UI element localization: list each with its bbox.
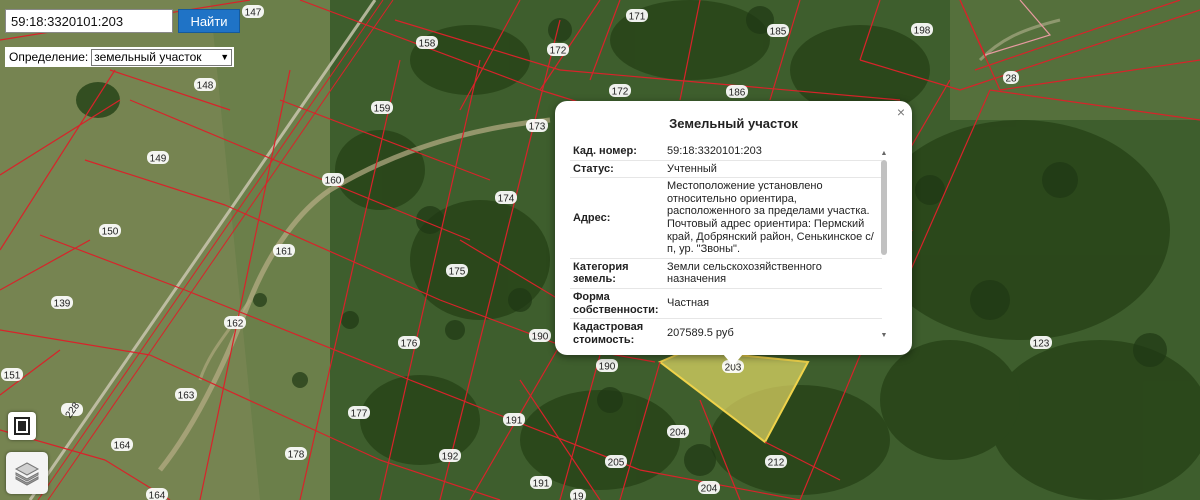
attribute-row: Адрес: Местоположение установлено относит… — [570, 177, 882, 259]
parcel-label[interactable]: 19 — [572, 492, 584, 500]
parcel-label[interactable]: 28 — [1005, 74, 1017, 85]
parcel-label[interactable]: 178 — [288, 450, 305, 461]
attribute-value: 59:18:3320101:203 — [664, 143, 882, 161]
attributes-table: Кад. номер: 59:18:3320101:203 Статус: Учтен… — [570, 143, 882, 343]
parcel-label[interactable]: 190 — [599, 362, 616, 373]
parcel-label[interactable]: 161 — [276, 247, 293, 258]
parcel-label[interactable]: 164 — [149, 491, 166, 500]
parcel-label[interactable]: 175 — [449, 267, 466, 278]
parcel-label[interactable]: 185 — [770, 27, 787, 38]
parcel-label[interactable]: 191 — [506, 416, 523, 427]
popup-pointer — [723, 354, 743, 366]
popup-body: Кад. номер: 59:18:3320101:203 Статус: Учтен… — [570, 143, 886, 343]
attribute-row: Форма собственности: Частная — [570, 288, 882, 320]
parcel-label[interactable]: 190 — [532, 332, 549, 343]
attribute-row: Кадастровая стоимость: 207589.5 руб — [570, 318, 882, 343]
attribute-row: Кад. номер: 59:18:3320101:203 — [570, 143, 882, 161]
definition-selected: земельный участок — [94, 50, 202, 64]
parcel-label[interactable]: 176 — [401, 339, 418, 350]
parcel-label[interactable]: 159 — [374, 104, 391, 115]
definition-row: Определение: земельный участок ▼ — [5, 47, 235, 67]
attribute-key: Категория земель: — [570, 258, 664, 289]
scroll-up-icon[interactable]: ▲ — [880, 150, 888, 158]
scroll-thumb[interactable] — [881, 160, 887, 255]
definition-label: Определение: — [9, 50, 89, 64]
attribute-key: Кад. номер: — [570, 143, 664, 161]
fullscreen-icon — [14, 417, 30, 435]
parcel-label[interactable]: 158 — [419, 39, 436, 50]
chevron-down-icon: ▼ — [220, 52, 230, 62]
search-bar: Найти — [5, 9, 240, 33]
layers-icon — [14, 462, 40, 486]
attribute-row: Категория земель: Земли сельскохозяйствен… — [570, 258, 882, 289]
parcel-label[interactable]: 148 — [197, 81, 214, 92]
search-input[interactable] — [5, 9, 173, 33]
fullscreen-button[interactable] — [8, 412, 36, 440]
parcel-label[interactable]: 139 — [54, 299, 71, 310]
parcel-label[interactable]: 198 — [914, 26, 931, 37]
attribute-value: 207589.5 руб — [664, 318, 882, 343]
popup-scrollbar[interactable]: ▲ ▼ — [880, 150, 888, 340]
parcel-label[interactable]: 192 — [442, 452, 459, 463]
parcel-label[interactable]: 173 — [529, 122, 546, 133]
parcel-label[interactable]: 177 — [351, 409, 368, 420]
parcel-popup: Земельный участок × Кад. номер: 59:18:332… — [555, 101, 912, 355]
attribute-key: Статус: — [570, 160, 664, 179]
parcel-label[interactable]: 164 — [114, 441, 131, 452]
parcel-label[interactable]: 186 — [729, 88, 746, 99]
parcel-label[interactable]: 149 — [150, 154, 167, 165]
attribute-value: Земли сельскохозяйственного назначения — [664, 258, 882, 289]
popup-title: Земельный участок — [669, 116, 798, 131]
parcel-label[interactable]: 171 — [629, 12, 646, 23]
parcel-label[interactable]: 191 — [533, 479, 550, 490]
close-icon[interactable]: × — [897, 104, 905, 120]
parcel-label[interactable]: 150 — [102, 227, 119, 238]
attribute-row: Статус: Учтенный — [570, 160, 882, 179]
definition-select[interactable]: земельный участок ▼ — [91, 48, 233, 66]
attribute-key: Кадастровая стоимость: — [570, 318, 664, 343]
parcel-label[interactable]: 205 — [608, 458, 625, 469]
parcel-label[interactable]: 147 — [245, 8, 262, 19]
attribute-key: Адрес: — [570, 177, 664, 259]
search-button[interactable]: Найти — [178, 9, 240, 33]
parcel-label[interactable]: 172 — [612, 87, 629, 98]
parcel-label[interactable]: 162 — [227, 319, 244, 330]
attribute-value: Местоположение установлено относительно … — [664, 177, 882, 259]
parcel-label[interactable]: 160 — [325, 176, 342, 187]
parcel-label[interactable]: 123 — [1033, 339, 1050, 350]
parcel-label[interactable]: 174 — [498, 194, 515, 205]
parcel-label[interactable]: 172 — [550, 46, 567, 57]
attribute-value: Частная — [664, 288, 882, 320]
scroll-down-icon[interactable]: ▼ — [880, 332, 888, 340]
attribute-value: Учтенный — [664, 160, 882, 179]
parcel-label[interactable]: 204 — [670, 428, 687, 439]
parcel-label[interactable]: 163 — [178, 391, 195, 402]
parcel-label[interactable]: 151 — [4, 371, 21, 382]
attribute-key: Форма собственности: — [570, 288, 664, 320]
parcel-label[interactable]: 212 — [768, 458, 785, 469]
layers-button[interactable] — [6, 452, 48, 494]
parcel-label[interactable]: 204 — [701, 484, 718, 495]
